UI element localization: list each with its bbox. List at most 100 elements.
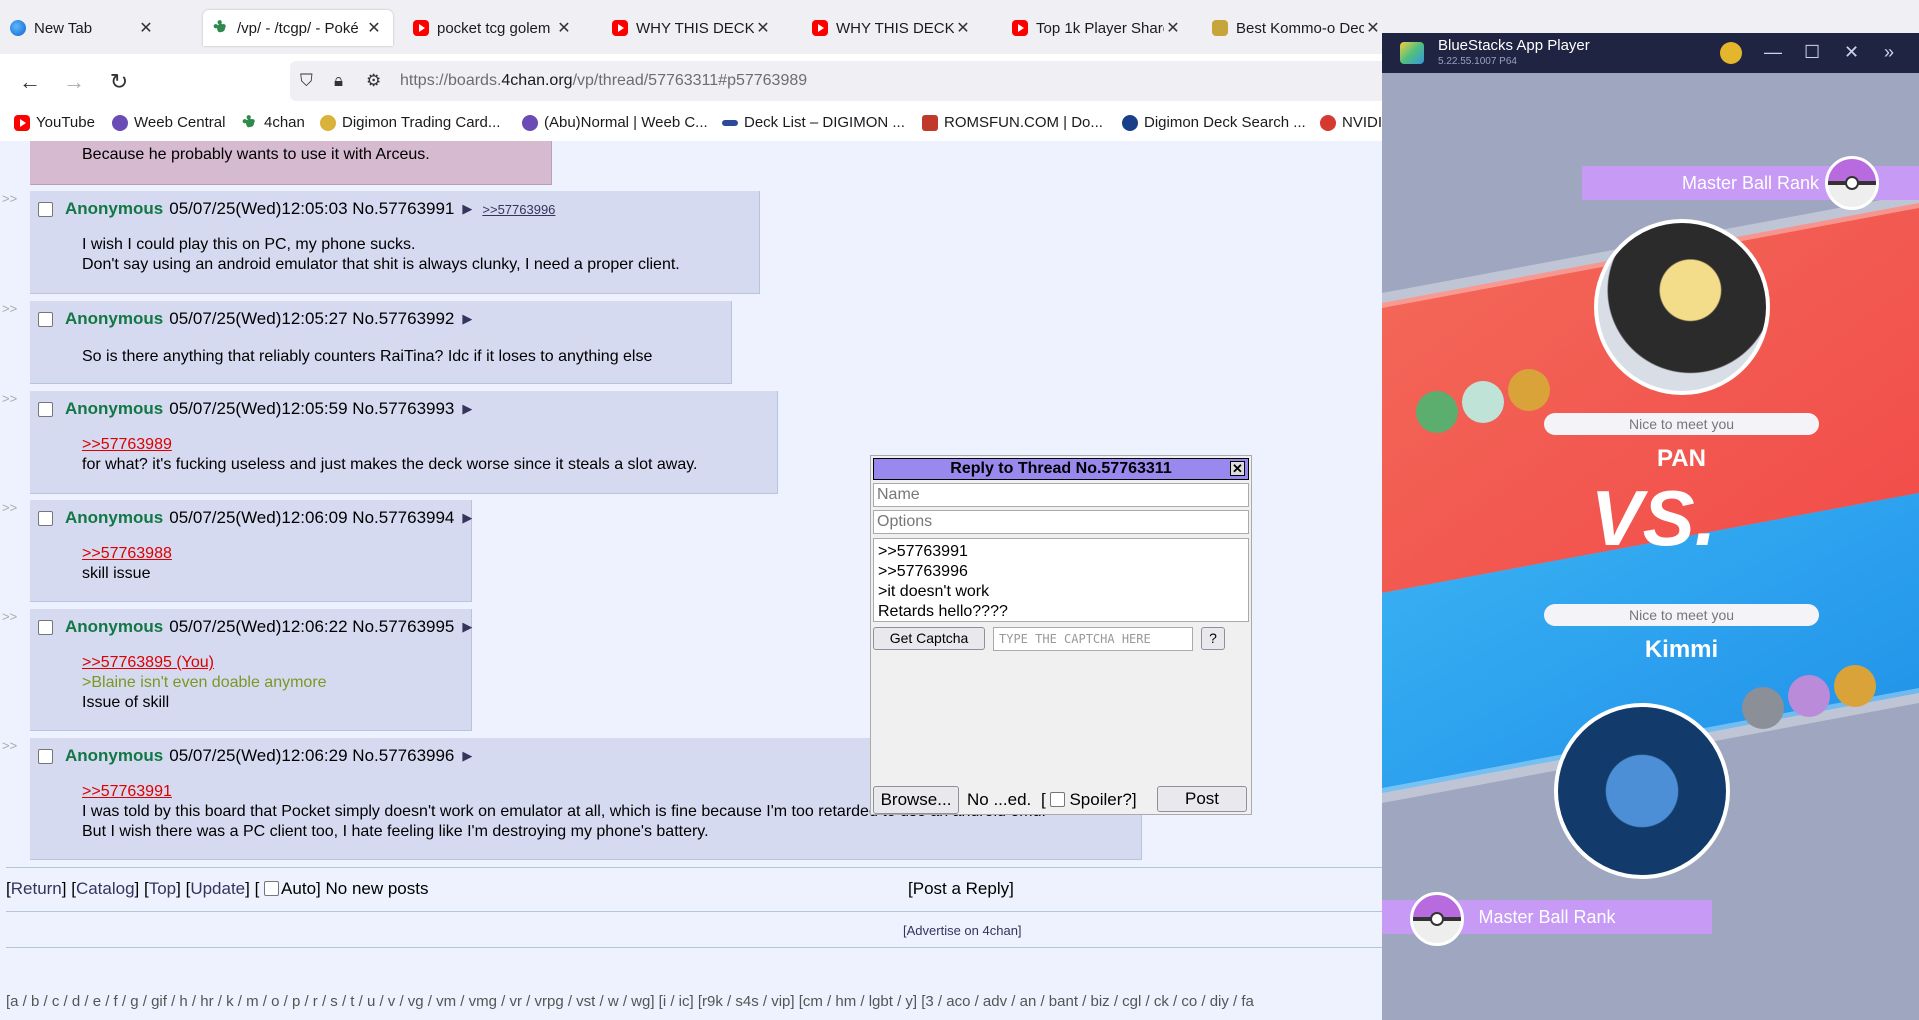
- reload-icon[interactable]: ↻: [105, 68, 133, 96]
- vs-label: VS.: [1590, 474, 1717, 562]
- post-menu-icon[interactable]: ▶: [462, 748, 472, 764]
- clover-icon: [213, 17, 229, 37]
- close-icon[interactable]: ✕: [1164, 18, 1182, 38]
- bookmark-4chan[interactable]: 4chan: [242, 112, 305, 132]
- tab-top-1k-player[interactable]: Top 1k Player Share ✕: [1002, 10, 1192, 46]
- post-57763991: Anonymous 05/07/25(Wed)12:05:03 No.57763…: [30, 191, 760, 294]
- post-number[interactable]: No.57763994: [352, 508, 454, 528]
- maximize-icon[interactable]: ☐: [1804, 42, 1820, 63]
- browse-button[interactable]: Browse...: [873, 786, 959, 814]
- medal-icon: [1416, 391, 1458, 433]
- close-icon[interactable]: ✕: [1230, 461, 1245, 476]
- post-menu-icon[interactable]: ▶: [462, 401, 472, 417]
- board-list[interactable]: [a / b / c / d / e / f / g / gif / h / h…: [6, 993, 1254, 1010]
- tab-pocket-tcg-golem[interactable]: pocket tcg golem - ✕: [403, 10, 583, 46]
- post-checkbox[interactable]: [38, 311, 53, 327]
- close-icon[interactable]: ✕: [365, 18, 383, 38]
- post-57763995: Anonymous 05/07/25(Wed)12:06:22 No.57763…: [30, 609, 472, 731]
- post-menu-icon[interactable]: ▶: [462, 311, 472, 327]
- advertise-link[interactable]: [Advertise on 4chan]: [903, 923, 1022, 938]
- post-reply-link[interactable]: [Post a Reply]: [908, 879, 1014, 899]
- master-ball-icon: [1410, 892, 1464, 946]
- quote-link[interactable]: >>57763989: [82, 435, 697, 455]
- post-number[interactable]: No.57763991: [352, 199, 454, 219]
- bookmark-digimon-deck-search[interactable]: Digimon Deck Search ...: [1122, 114, 1306, 131]
- post-checkbox[interactable]: [38, 748, 53, 764]
- post-checkbox[interactable]: [38, 401, 53, 417]
- tab-best-kommo-o[interactable]: Best Kommo-o Dec ✕: [1202, 10, 1392, 46]
- url-text: https://boards.4chan.org/vp/thread/57763…: [400, 72, 808, 89]
- close-icon[interactable]: ✕: [1364, 18, 1382, 38]
- forward-icon[interactable]: →: [60, 68, 88, 96]
- divider: [6, 911, 1382, 912]
- post-menu-icon[interactable]: ▶: [462, 510, 472, 526]
- post-checkbox[interactable]: [38, 619, 53, 635]
- close-icon[interactable]: ✕: [1844, 42, 1859, 63]
- post-arrows: >>: [2, 191, 18, 206]
- post-button[interactable]: Post: [1157, 786, 1247, 812]
- shield-icon[interactable]: ⛉: [300, 71, 313, 91]
- auto-update-checkbox[interactable]: [264, 881, 280, 896]
- post-menu-icon[interactable]: ▶: [462, 619, 472, 635]
- minimize-icon[interactable]: —: [1764, 42, 1782, 63]
- captcha-help-button[interactable]: ?: [1201, 627, 1225, 650]
- post-header: Anonymous 05/07/25(Wed)12:05:27 No.57763…: [38, 309, 472, 329]
- tab-new-tab[interactable]: New Tab ✕: [0, 10, 165, 46]
- bookmark-digimon-tcg[interactable]: Digimon Trading Card...: [320, 114, 500, 131]
- options-field[interactable]: Options: [873, 510, 1249, 534]
- bluestacks-titlebar[interactable]: BlueStacks App Player 5.22.55.1007 P64 —…: [1382, 33, 1919, 73]
- close-icon[interactable]: ✕: [754, 18, 772, 38]
- post-checkbox[interactable]: [38, 201, 53, 217]
- bookmark-romsfun[interactable]: ROMSFUN.COM | Do...: [922, 114, 1103, 131]
- quote-link[interactable]: >>57763988: [82, 544, 172, 564]
- backlink[interactable]: >>57763996: [482, 202, 555, 217]
- bookmark-deck-list[interactable]: Deck List – DIGIMON ...: [722, 114, 905, 131]
- post-message: I wish I could play this on PC, my phone…: [82, 236, 680, 273]
- divider: [6, 947, 1382, 948]
- post-arrows: >>: [2, 301, 18, 316]
- permissions-icon[interactable]: ⚙: [366, 71, 381, 91]
- bookmark-weeb-central[interactable]: Weeb Central: [112, 114, 225, 131]
- bookmark-nvidia[interactable]: NVIDI: [1320, 114, 1382, 131]
- bookmark-abunormal[interactable]: (Abu)Normal | Weeb C...: [522, 114, 708, 131]
- name-field[interactable]: Name: [873, 483, 1249, 507]
- coin-icon[interactable]: [1720, 42, 1742, 64]
- post-number[interactable]: No.57763995: [352, 617, 454, 637]
- player2-name: Kimmi: [1644, 636, 1719, 663]
- medal-icon: [1462, 381, 1504, 423]
- expand-sidebar-icon[interactable]: »: [1884, 42, 1894, 63]
- quick-reply-header[interactable]: Reply to Thread No.57763311 ✕: [873, 458, 1249, 480]
- get-captcha-button[interactable]: Get Captcha: [873, 627, 985, 650]
- bookmark-youtube[interactable]: YouTube: [14, 114, 95, 131]
- tab-vp-thread[interactable]: /vp/ - /tcgp/ - Poké ✕: [203, 10, 393, 46]
- romsfun-icon: [922, 114, 938, 131]
- weeb-central-icon: [522, 114, 538, 131]
- post-checkbox[interactable]: [38, 510, 53, 526]
- tab-why-this-deck-2[interactable]: WHY THIS DECK is ✕: [802, 10, 982, 46]
- post-menu-icon[interactable]: ▶: [462, 201, 472, 217]
- return-link[interactable]: Return: [11, 879, 62, 898]
- back-icon[interactable]: ←: [16, 68, 44, 96]
- game-screen[interactable]: Master Ball Rank Nice to meet you PAN VS…: [1382, 73, 1919, 1020]
- greeting-player2: Nice to meet you: [1544, 604, 1819, 626]
- post-number[interactable]: No.57763992: [352, 309, 454, 329]
- comment-textarea[interactable]: >>57763991 >>57763996 >it doesn't work R…: [873, 538, 1249, 622]
- post-arrows: >>: [2, 609, 18, 624]
- post-number[interactable]: No.57763996: [352, 746, 454, 766]
- address-bar[interactable]: ⛉ 🔒︎ ⚙ https://boards.4chan.org/vp/threa…: [290, 61, 1390, 101]
- close-icon[interactable]: ✕: [555, 18, 573, 38]
- top-link[interactable]: Top: [149, 879, 176, 898]
- close-icon[interactable]: ✕: [137, 18, 155, 38]
- post-header: Anonymous 05/07/25(Wed)12:06:29 No.57763…: [38, 746, 472, 766]
- post-header: Anonymous 05/07/25(Wed)12:06:09 No.57763…: [38, 508, 472, 528]
- lock-icon[interactable]: 🔒︎: [334, 71, 343, 91]
- tab-why-this-deck-1[interactable]: WHY THIS DECK is ✕: [602, 10, 782, 46]
- post-number[interactable]: No.57763993: [352, 399, 454, 419]
- post-message: >>57763895 (You) >Blaine isn't even doab…: [82, 653, 327, 711]
- update-link[interactable]: Update: [190, 879, 245, 898]
- quote-link[interactable]: >>57763895 (You): [82, 653, 327, 673]
- close-icon[interactable]: ✕: [954, 18, 972, 38]
- spoiler-checkbox[interactable]: [1050, 792, 1066, 807]
- captcha-input[interactable]: TYPE THE CAPTCHA HERE: [993, 627, 1193, 651]
- catalog-link[interactable]: Catalog: [76, 879, 135, 898]
